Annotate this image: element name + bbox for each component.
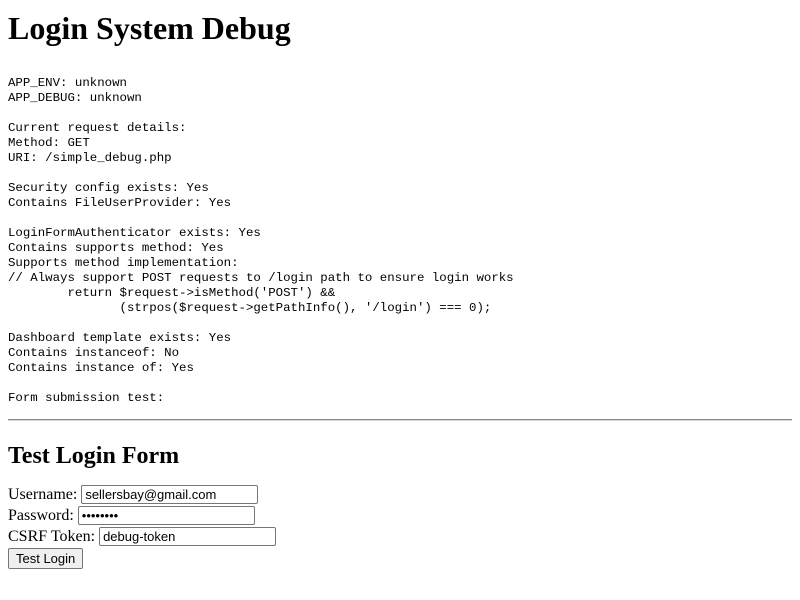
csrf-row: CSRF Token: xyxy=(8,526,792,547)
password-row: Password: xyxy=(8,505,792,526)
form-title: Test Login Form xyxy=(8,443,180,469)
username-label: Username: xyxy=(8,486,78,503)
page-title: Login System Debug xyxy=(8,10,291,46)
password-input[interactable] xyxy=(77,506,255,525)
username-row: Username: xyxy=(8,484,792,505)
divider xyxy=(8,419,792,421)
test-login-button[interactable]: Test Login xyxy=(8,548,84,569)
debug-output: APP_ENV: unknown APP_DEBUG: unknown Curr… xyxy=(8,76,514,405)
csrf-token-label: CSRF Token: xyxy=(8,528,96,545)
csrf-token-input[interactable] xyxy=(99,527,277,546)
password-label: Password: xyxy=(8,507,74,524)
test-login-form: Username: Password: CSRF Token: Test Log… xyxy=(8,484,792,569)
page: Login System Debug APP_ENV: unknown APP_… xyxy=(0,0,800,600)
username-input[interactable] xyxy=(81,485,259,504)
